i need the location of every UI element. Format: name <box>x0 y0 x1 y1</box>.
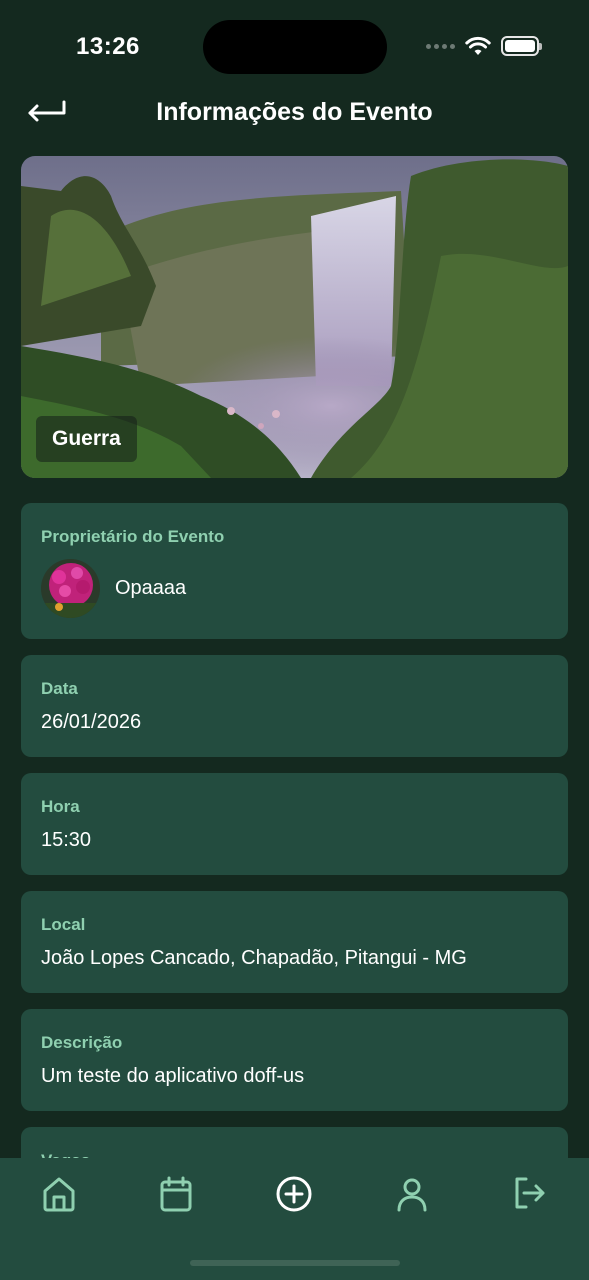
tab-home[interactable] <box>39 1174 79 1214</box>
tab-add-event[interactable] <box>274 1174 314 1214</box>
wifi-icon <box>465 36 491 55</box>
status-time: 13:26 <box>76 33 140 60</box>
status-icons <box>426 36 542 56</box>
tab-profile[interactable] <box>392 1174 432 1214</box>
cellular-signal-icon <box>426 43 455 49</box>
date-card: Data 26/01/2026 <box>21 655 568 757</box>
logout-icon <box>515 1177 545 1209</box>
description-card: Descrição Um teste do aplicativo doff-us <box>21 1009 568 1111</box>
event-name-badge: Guerra <box>36 416 137 462</box>
user-icon <box>397 1178 427 1212</box>
tab-logout[interactable] <box>509 1174 549 1214</box>
owner-name: Opaaaa <box>115 577 187 599</box>
add-circle-icon <box>276 1176 312 1212</box>
owner-label: Proprietário do Evento <box>41 527 225 546</box>
time-label: Hora <box>41 797 80 816</box>
status-bar: 13:26 <box>0 0 589 96</box>
location-label: Local <box>41 915 86 934</box>
owner-card[interactable]: Proprietário do Evento Opaaaa <box>21 503 568 639</box>
page-title: Informações do Evento <box>156 98 433 126</box>
calendar-icon <box>160 1176 192 1212</box>
battery-icon <box>501 36 542 56</box>
date-label: Data <box>41 679 78 698</box>
date-value: 26/01/2026 <box>41 711 142 733</box>
dynamic-island <box>203 20 387 74</box>
time-card: Hora 15:30 <box>21 773 568 875</box>
home-icon <box>43 1177 75 1212</box>
location-card[interactable]: Local João Lopes Cancado, Chapadão, Pita… <box>21 891 568 993</box>
time-value: 15:30 <box>41 829 92 851</box>
event-image: Guerra <box>21 156 568 478</box>
owner-avatar[interactable] <box>41 559 100 618</box>
home-indicator <box>190 1260 400 1266</box>
tab-calendar[interactable] <box>156 1174 196 1214</box>
description-label: Descrição <box>41 1033 123 1052</box>
location-value: João Lopes Cancado, Chapadão, Pitangui -… <box>41 947 467 969</box>
description-value: Um teste do aplicativo doff-us <box>41 1065 305 1087</box>
header: Informações do Evento <box>0 88 589 136</box>
